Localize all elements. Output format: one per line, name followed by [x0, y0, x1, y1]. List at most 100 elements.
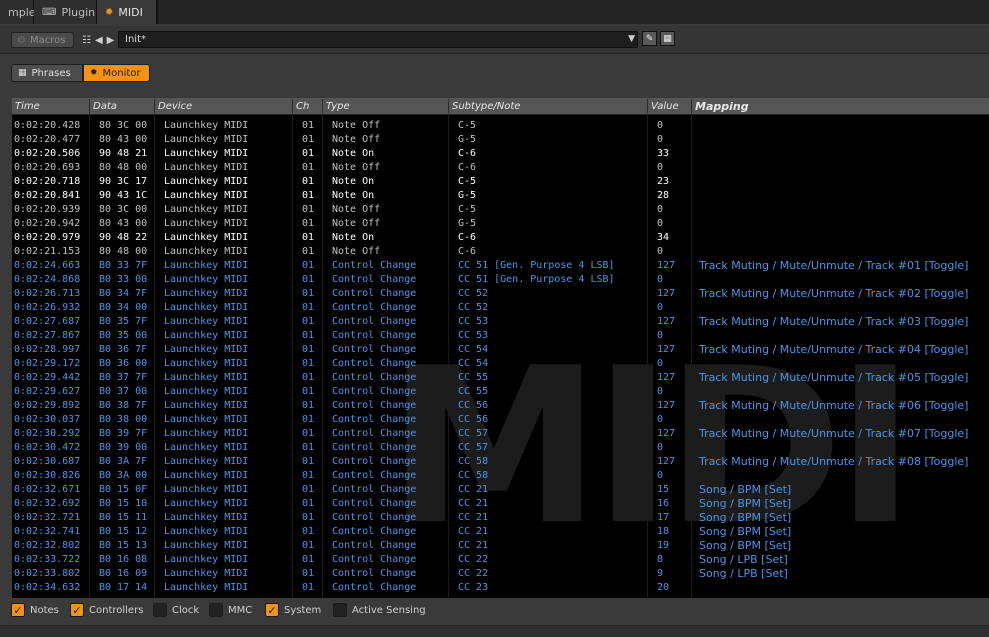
- col-data[interactable]: Data: [89, 99, 154, 115]
- checkbox-icon[interactable]: [153, 603, 167, 617]
- cell-time: 0:02:29.627: [14, 386, 81, 397]
- cell-value: 9: [657, 568, 664, 579]
- table-row: 0:02:33.802 B0 16 09 Launchkey MIDI 01 Contr…: [12, 567, 989, 581]
- cell-device: Launchkey MIDI: [164, 148, 249, 159]
- cell-subtype: CC 54: [458, 358, 489, 369]
- cell-ch: 01: [302, 428, 315, 439]
- table-row: 0:02:20.841 90 43 1C Launchkey MIDI 01 Note …: [12, 189, 989, 203]
- cell-device: Launchkey MIDI: [164, 316, 249, 327]
- cell-time: 0:02:20.841: [14, 190, 81, 201]
- col-divider: [647, 115, 648, 598]
- chevron-down-icon[interactable]: ▼: [628, 32, 635, 47]
- checkbox-icon[interactable]: ✓: [11, 603, 25, 617]
- cell-type: Control Change: [332, 274, 417, 285]
- cell-ch: 01: [302, 246, 315, 257]
- tab-sampler[interactable]: mpler: [0, 0, 40, 24]
- filter-clock[interactable]: Clock: [153, 603, 199, 617]
- col-ch[interactable]: Ch: [292, 99, 322, 115]
- cell-device: Launchkey MIDI: [164, 414, 249, 425]
- next-preset-icon[interactable]: ▶: [107, 35, 115, 46]
- cell-time: 0:02:30.826: [14, 470, 81, 481]
- filter-active-sensing[interactable]: Active Sensing: [333, 603, 426, 617]
- col-value[interactable]: Value: [647, 99, 691, 115]
- table-row: 0:02:20.718 90 3C 17 Launchkey MIDI 01 Note …: [12, 175, 989, 189]
- phrases-button[interactable]: ▦ Phrases: [11, 64, 83, 82]
- cell-device: Launchkey MIDI: [164, 526, 249, 537]
- cell-type: Note On: [332, 190, 375, 201]
- col-mapping[interactable]: Mapping: [691, 99, 989, 115]
- cell-device: Launchkey MIDI: [164, 540, 249, 551]
- cell-subtype: C-6: [458, 232, 477, 243]
- edit-preset-icon[interactable]: ✎: [642, 31, 657, 46]
- cell-time: 0:02:30.292: [14, 428, 81, 439]
- filter-mmc[interactable]: MMC: [209, 603, 252, 617]
- cell-device: Launchkey MIDI: [164, 218, 249, 229]
- save-preset-icon[interactable]: ▦: [660, 31, 675, 46]
- cell-subtype: CC 58: [458, 470, 489, 481]
- filter-system[interactable]: ✓ System: [265, 603, 321, 617]
- cell-value: 15: [657, 484, 670, 495]
- cell-device: Launchkey MIDI: [164, 582, 249, 593]
- cell-subtype: CC 21: [458, 540, 489, 551]
- cell-value: 0: [657, 442, 664, 453]
- col-type[interactable]: Type: [322, 99, 448, 115]
- cell-mapping: Track Muting / Mute/Unmute / Track #03 […: [699, 315, 969, 328]
- cell-value: 23: [657, 176, 670, 187]
- cell-value: 0: [657, 120, 664, 131]
- cell-type: Note Off: [332, 246, 381, 257]
- table-row: 0:02:29.172 B0 36 00 Launchkey MIDI 01 Contr…: [12, 357, 989, 371]
- cell-device: Launchkey MIDI: [164, 134, 249, 145]
- filter-label: Active Sensing: [352, 604, 426, 616]
- table-row: 0:02:32.692 B0 15 10 Launchkey MIDI 01 Contr…: [12, 497, 989, 511]
- preset-selector[interactable]: Init* ▼: [118, 31, 638, 48]
- cell-device: Launchkey MIDI: [164, 302, 249, 313]
- cell-ch: 01: [302, 260, 315, 271]
- cell-data: B0 35 7F: [99, 316, 148, 327]
- checkbox-icon[interactable]: [209, 603, 223, 617]
- cell-data: B0 34 7F: [99, 288, 148, 299]
- cell-type: Control Change: [332, 400, 417, 411]
- monitor-button[interactable]: ✹ Monitor: [83, 64, 150, 82]
- tab-midi[interactable]: ✹ MIDI: [97, 0, 157, 24]
- cell-data: 90 3C 17: [99, 176, 148, 187]
- cell-data: B0 33 00: [99, 274, 148, 285]
- cell-time: 0:02:30.472: [14, 442, 81, 453]
- cell-type: Note Off: [332, 162, 381, 173]
- cell-type: Control Change: [332, 414, 417, 425]
- cell-data: B0 15 10: [99, 498, 148, 509]
- macros-button[interactable]: ⚙ Macros: [11, 32, 74, 48]
- checkbox-icon[interactable]: ✓: [70, 603, 84, 617]
- cell-subtype: CC 51 [Gen. Purpose 4 LSB]: [458, 260, 615, 271]
- preset-list-icon[interactable]: ☷: [82, 35, 91, 46]
- cell-subtype: C-6: [458, 246, 477, 257]
- checkbox-icon[interactable]: ✓: [265, 603, 279, 617]
- cell-value: 0: [657, 218, 664, 229]
- cell-value: 0: [657, 162, 664, 173]
- filter-bar: [0, 598, 989, 624]
- cell-time: 0:02:20.693: [14, 162, 81, 173]
- checkbox-icon[interactable]: [333, 603, 347, 617]
- cell-subtype: CC 55: [458, 372, 489, 383]
- cell-data: 90 48 22: [99, 232, 148, 243]
- tab-plugin[interactable]: ⌨ Plugin: [34, 0, 97, 24]
- cell-ch: 01: [302, 498, 315, 509]
- cell-mapping: Track Muting / Mute/Unmute / Track #08 […: [699, 455, 969, 468]
- filter-controllers[interactable]: ✓ Controllers: [70, 603, 143, 617]
- midi-monitor[interactable]: MIDI 0:02:20.428 80 3C 00 Launchkey MIDI 01…: [12, 98, 989, 598]
- table-row: 0:02:29.627 B0 37 00 Launchkey MIDI 01 Contr…: [12, 385, 989, 399]
- col-subtype[interactable]: Subtype/Note: [448, 99, 647, 115]
- cell-type: Control Change: [332, 428, 417, 439]
- cell-time: 0:02:33.802: [14, 568, 81, 579]
- col-time[interactable]: Time: [12, 99, 89, 115]
- cell-value: 127: [657, 456, 676, 467]
- cell-value: 0: [657, 386, 664, 397]
- cell-device: Launchkey MIDI: [164, 400, 249, 411]
- prev-preset-icon[interactable]: ◀: [95, 35, 103, 46]
- filter-notes[interactable]: ✓ Notes: [11, 603, 59, 617]
- cell-subtype: CC 55: [458, 386, 489, 397]
- cell-ch: 01: [302, 358, 315, 369]
- col-divider: [691, 115, 692, 598]
- cell-ch: 01: [302, 526, 315, 537]
- col-device[interactable]: Device: [154, 99, 292, 115]
- cell-type: Control Change: [332, 372, 417, 383]
